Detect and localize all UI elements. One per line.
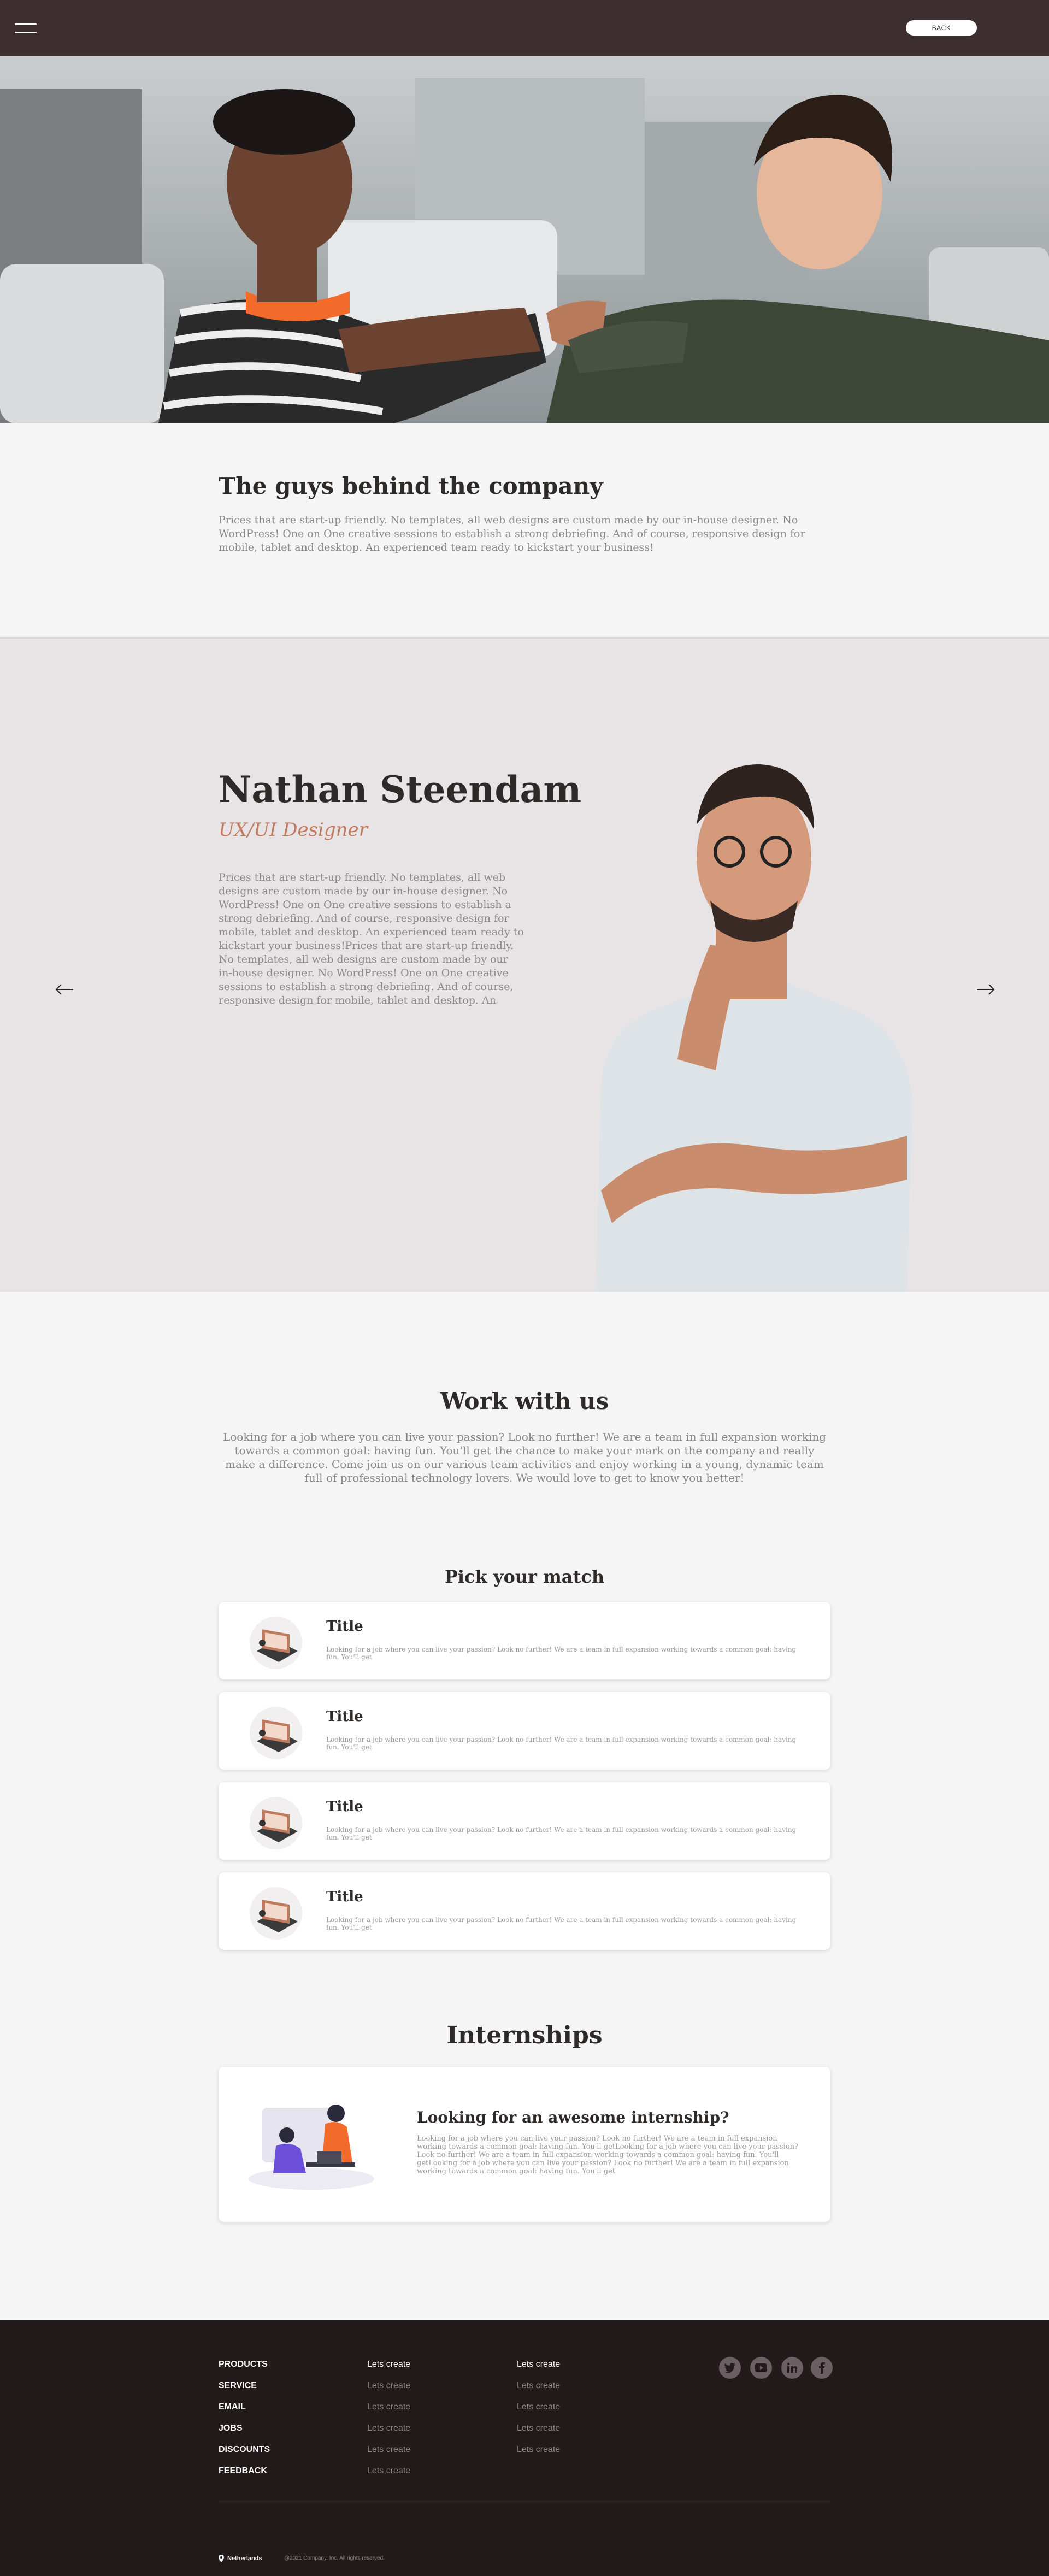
job-description: Looking for a job where you can live you… (326, 1736, 797, 1751)
hero-image (0, 56, 1049, 423)
footer-link[interactable]: Lets create (517, 2423, 560, 2444)
pick-title: Pick your match (444, 1566, 605, 1587)
team-carousel: Nathan Steendam UX/UI Designer Prices th… (0, 637, 1049, 1292)
internships-title: Internships (446, 2021, 603, 2049)
footer-link[interactable]: Lets create (367, 2423, 410, 2444)
job-description: Looking for a job where you can live you… (326, 1646, 797, 1661)
footer-link[interactable]: JOBS (219, 2423, 270, 2444)
location-text: Netherlands (227, 2555, 262, 2562)
workstation-illustration (250, 1887, 302, 1940)
footer-column-3: Lets create Lets create Lets create Lets… (517, 2359, 560, 2466)
arrow-right-icon[interactable] (976, 983, 995, 996)
work-text: Looking for a job where you can live you… (222, 1430, 827, 1484)
youtube-icon[interactable] (750, 2357, 772, 2379)
footer-link[interactable]: Lets create (517, 2444, 560, 2466)
job-description: Looking for a job where you can live you… (326, 1826, 797, 1841)
workstation-illustration (250, 1707, 302, 1759)
workstation-illustration (250, 1797, 302, 1849)
intro-section: The guys behind the company Prices that … (0, 423, 1049, 637)
hamburger-menu-icon[interactable] (15, 23, 37, 36)
footer-link[interactable]: SERVICE (219, 2380, 270, 2402)
internship-illustration (249, 2105, 374, 2190)
footer-link[interactable]: PRODUCTS (219, 2359, 270, 2380)
footer-column-2: Lets create Lets create Lets create Lets… (367, 2359, 410, 2487)
job-title: Title (326, 1708, 363, 1725)
copyright-text: @2021 Company, Inc. All rights reserved. (284, 2555, 385, 2561)
internship-card-text: Looking for a job where you can live you… (417, 2135, 798, 2176)
work-title: Work with us (440, 1388, 609, 1414)
location-pin-icon (219, 2555, 224, 2562)
section-text: Prices that are start-up friendly. No te… (219, 514, 805, 553)
member-bio: Prices that are start-up friendly. No te… (219, 871, 524, 1006)
footer-link[interactable]: Lets create (367, 2380, 410, 2402)
job-card[interactable]: Title Looking for a job where you can li… (219, 1782, 830, 1860)
job-card[interactable]: Title Looking for a job where you can li… (219, 1602, 830, 1679)
member-role: UX/UI Designer (219, 819, 368, 841)
job-title: Title (326, 1799, 363, 1815)
footer-column-1: PRODUCTS SERVICE EMAIL JOBS DISCOUNTS FE… (219, 2359, 270, 2487)
back-button[interactable]: BACK (906, 20, 977, 36)
top-nav-bar: BACK (0, 0, 1049, 56)
job-description: Looking for a job where you can live you… (326, 1916, 797, 1931)
member-name: Nathan Steendam (219, 768, 582, 811)
member-photo (596, 764, 912, 1292)
footer-link[interactable]: FEEDBACK (219, 2466, 270, 2487)
footer-link[interactable]: Lets create (367, 2359, 410, 2380)
footer-link[interactable]: Lets create (517, 2380, 560, 2402)
facebook-icon[interactable] (811, 2357, 833, 2379)
footer-link[interactable]: Lets create (517, 2402, 560, 2423)
footer-link[interactable]: Lets create (367, 2402, 410, 2423)
footer-link[interactable]: Lets create (367, 2444, 410, 2466)
job-title: Title (326, 1889, 363, 1905)
job-card[interactable]: Title Looking for a job where you can li… (219, 1872, 830, 1950)
job-card[interactable]: Title Looking for a job where you can li… (219, 1692, 830, 1770)
footer-link[interactable]: Lets create (517, 2359, 560, 2380)
linkedin-icon[interactable] (781, 2357, 803, 2379)
footer-location: Netherlands (219, 2555, 262, 2562)
internship-card-title: Looking for an awesome internship? (417, 2108, 729, 2126)
footer: PRODUCTS SERVICE EMAIL JOBS DISCOUNTS FE… (0, 2320, 1049, 2576)
section-title: The guys behind the company (219, 473, 603, 499)
workstation-illustration (250, 1617, 302, 1669)
footer-link[interactable]: EMAIL (219, 2402, 270, 2423)
twitter-icon[interactable] (719, 2357, 741, 2379)
arrow-left-icon[interactable] (55, 983, 74, 996)
job-title: Title (326, 1618, 363, 1635)
footer-link[interactable]: Lets create (367, 2466, 410, 2487)
internship-card[interactable]: Looking for an awesome internship? Looki… (219, 2067, 830, 2222)
footer-link[interactable]: DISCOUNTS (219, 2444, 270, 2466)
